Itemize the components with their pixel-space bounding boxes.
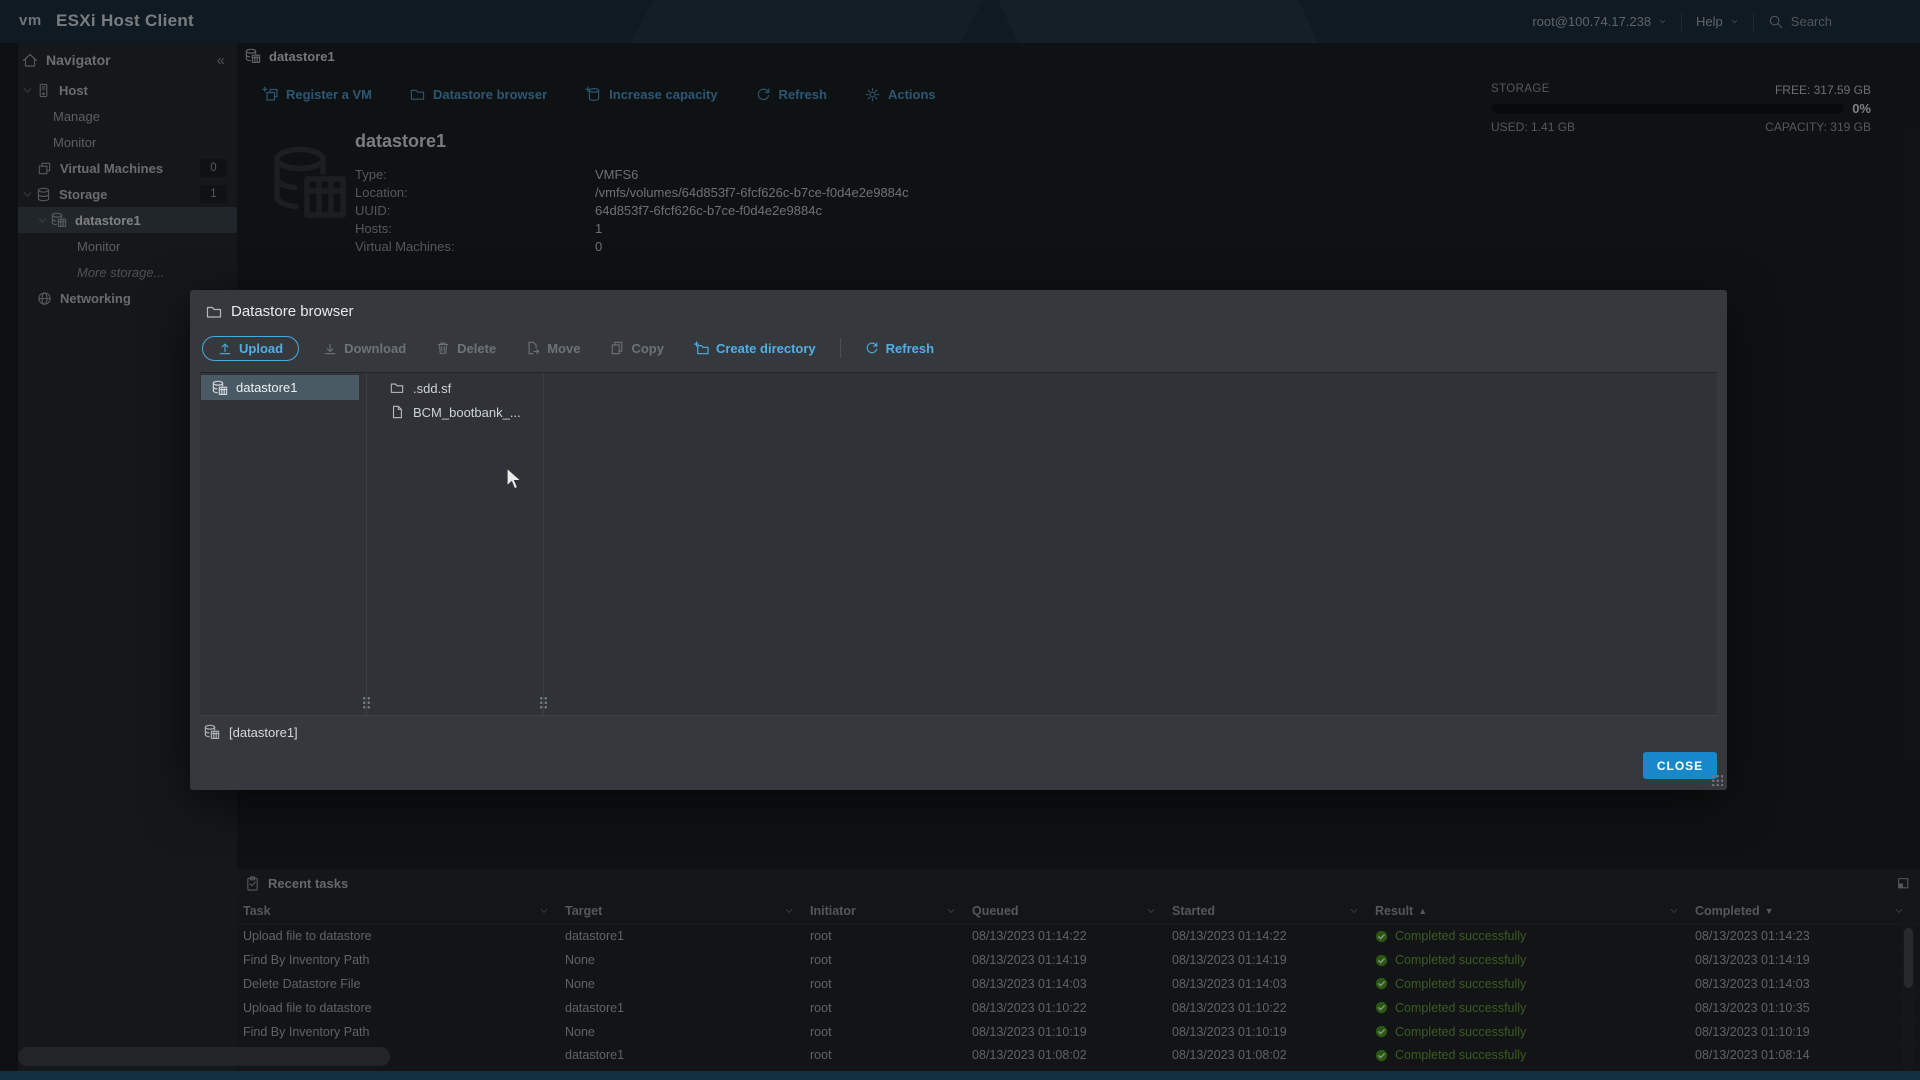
close-button[interactable]: CLOSE	[1643, 752, 1717, 779]
tree-item-label: datastore1	[236, 380, 298, 395]
download-button[interactable]: Download	[317, 337, 412, 360]
dialog-title: Datastore browser	[206, 303, 354, 320]
refresh-icon	[865, 341, 879, 355]
datastore-tree-item-selected[interactable]: datastore1	[201, 375, 359, 400]
create-directory-button[interactable]: Create directory	[688, 337, 822, 360]
selected-path-statusbar: [datastore1]	[204, 724, 298, 740]
move-button[interactable]: Move	[520, 337, 586, 360]
button-label: Delete	[457, 340, 497, 356]
file-icon	[390, 405, 404, 419]
button-label: Refresh	[885, 340, 935, 356]
refresh-button[interactable]: Refresh	[859, 337, 940, 360]
column-resize-grip[interactable]	[539, 696, 548, 709]
datastore-browser-dialog: Datastore browser Upload Download Delete…	[190, 290, 1727, 790]
file-item-sdd-sf[interactable]: .sdd.sf	[390, 377, 451, 399]
selected-path-label: [datastore1]	[229, 724, 298, 740]
column-resize-grip[interactable]	[362, 696, 371, 709]
delete-button[interactable]: Delete	[430, 337, 502, 360]
upload-icon	[218, 341, 232, 355]
folder-icon	[206, 304, 222, 320]
folder-plus-icon	[694, 341, 709, 356]
file-browser-area: datastore1 .sdd.sf BCM_bootbank_...	[200, 372, 1717, 717]
folder-icon	[390, 381, 404, 395]
column-divider[interactable]	[366, 373, 367, 717]
dialog-toolbar: Upload Download Delete Move Copy Create …	[202, 334, 940, 362]
column-divider[interactable]	[543, 373, 544, 717]
file-item-bcm-bootbank[interactable]: BCM_bootbank_...	[390, 401, 521, 423]
button-label: Download	[344, 340, 407, 356]
copy-button[interactable]: Copy	[604, 337, 670, 360]
dialog-resize-grip[interactable]	[1711, 774, 1723, 786]
move-icon	[526, 341, 540, 355]
button-label: Copy	[631, 340, 664, 356]
button-label: Upload	[239, 340, 284, 356]
button-label: Move	[547, 340, 581, 356]
trash-icon	[436, 341, 450, 355]
upload-button[interactable]: Upload	[202, 335, 300, 361]
download-icon	[323, 341, 337, 355]
divider	[839, 338, 841, 358]
dialog-title-label: Datastore browser	[231, 303, 354, 320]
copy-icon	[610, 341, 624, 355]
datastore-icon	[204, 724, 220, 740]
file-item-label: .sdd.sf	[413, 380, 452, 396]
button-label: Create directory	[715, 340, 816, 356]
file-item-label: BCM_bootbank_...	[413, 404, 521, 420]
datastore-icon	[212, 380, 228, 396]
